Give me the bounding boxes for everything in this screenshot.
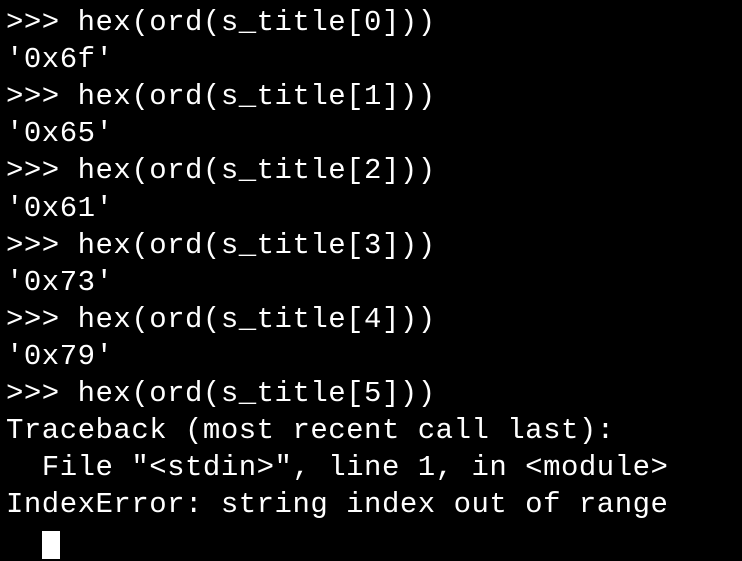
repl-input-line: >>> hex(ord(s_title[5]))	[6, 375, 736, 412]
repl-output-line: '0x6f'	[6, 41, 736, 78]
repl-output-line: '0x65'	[6, 115, 736, 152]
cursor-icon	[42, 531, 60, 559]
repl-input-line: >>> hex(ord(s_title[0]))	[6, 4, 736, 41]
repl-input-line: >>> hex(ord(s_title[2]))	[6, 152, 736, 189]
repl-input-line: >>> hex(ord(s_title[4]))	[6, 301, 736, 338]
repl-input-line: >>> hex(ord(s_title[1]))	[6, 78, 736, 115]
repl-output-line: '0x73'	[6, 264, 736, 301]
repl-output-line: '0x79'	[6, 338, 736, 375]
traceback-header: Traceback (most recent call last):	[6, 412, 736, 449]
terminal-output[interactable]: >>> hex(ord(s_title[0])) '0x6f' >>> hex(…	[6, 4, 736, 561]
repl-input-line: >>> hex(ord(s_title[3]))	[6, 227, 736, 264]
traceback-error-line: IndexError: string index out of range	[6, 486, 736, 523]
cursor-line	[6, 524, 736, 561]
repl-output-line: '0x61'	[6, 190, 736, 227]
traceback-file-line: File "<stdin>", line 1, in <module>	[6, 449, 736, 486]
